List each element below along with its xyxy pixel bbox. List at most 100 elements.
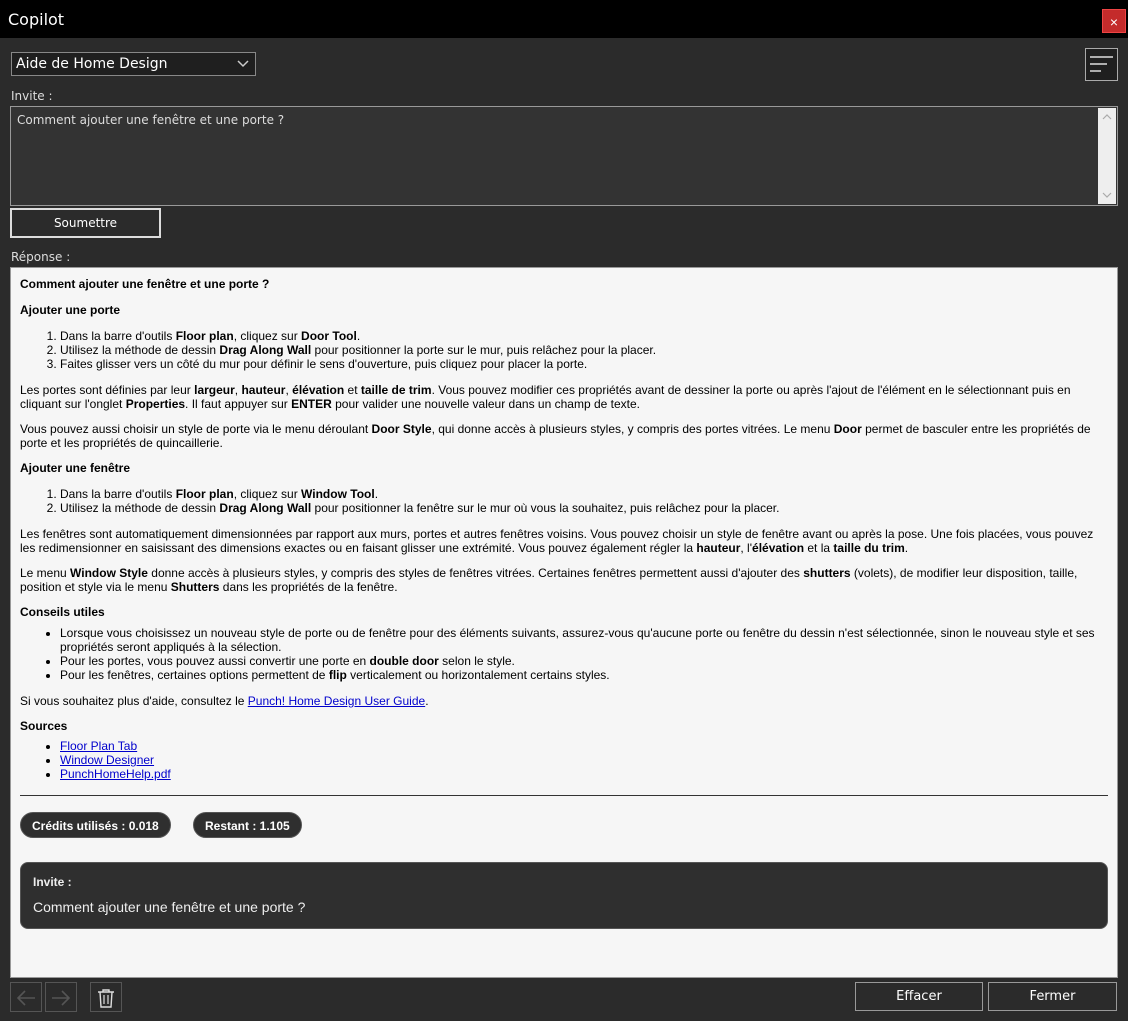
sources-list: Floor Plan Tab Window Designer PunchHome… (60, 739, 1108, 781)
window-paragraph-1: Les fenêtres sont automatiquement dimens… (20, 527, 1108, 555)
sources-heading: Sources (20, 719, 68, 733)
bold-term: Floor plan (175, 329, 234, 343)
source-item: Floor Plan Tab (60, 739, 1108, 753)
source-link-floor-plan-tab[interactable]: Floor Plan Tab (60, 739, 137, 753)
text-run: et (344, 383, 361, 397)
help-prefix: Si vous souhaitez plus d'aide, consultez… (20, 694, 248, 708)
prompt-input[interactable]: Comment ajouter une fenêtre et une porte… (10, 106, 1118, 206)
help-source-select[interactable]: Aide de Home Design (11, 52, 256, 76)
bold-term: largeur (194, 383, 235, 397)
bold-term: taille du trim (833, 541, 905, 555)
bold-term: Drag Along Wall (219, 343, 312, 357)
bold-term: Window Style (70, 566, 148, 580)
options-menu-button[interactable] (1085, 48, 1118, 81)
bold-term: Floor plan (175, 487, 234, 501)
bold-term: élévation (292, 383, 345, 397)
window-steps: Dans la barre d'outils Floor plan, cliqu… (60, 487, 1108, 515)
tips-heading: Conseils utiles (20, 605, 105, 619)
text-run: pour positionner la porte sur le mur, pu… (311, 343, 657, 357)
bold-term: hauteur (696, 541, 741, 555)
text-run: Pour les fenêtres, certaines options per… (60, 668, 329, 682)
door-paragraph-1: Les portes sont définies par leur largeu… (20, 383, 1108, 411)
help-line: Si vous souhaitez plus d'aide, consultez… (20, 694, 1108, 708)
prompt-text: Comment ajouter une fenêtre et une porte… (17, 113, 285, 127)
text-run: Les portes sont définies par leur (20, 383, 195, 397)
clear-button[interactable]: Effacer (855, 982, 983, 1011)
bold-term: Drag Along Wall (219, 501, 312, 515)
chevron-down-icon (237, 60, 249, 68)
source-link-help-pdf[interactable]: PunchHomeHelp.pdf (60, 767, 171, 781)
help-source-value: Aide de Home Design (16, 56, 168, 72)
bold-term: ENTER (291, 397, 332, 411)
text-run: Le menu (20, 566, 71, 580)
source-link-window-designer[interactable]: Window Designer (60, 753, 154, 767)
credits-remaining-badge: Restant : 1.105 (193, 812, 302, 838)
title-bar: Copilot × (0, 0, 1128, 38)
text-run: , cliquez sur (233, 487, 302, 501)
delete-button[interactable] (90, 982, 122, 1012)
tips-list: Lorsque vous choisissez un nouveau style… (60, 626, 1108, 682)
separator (20, 795, 1108, 796)
door-steps: Dans la barre d'outils Floor plan, cliqu… (60, 329, 1108, 371)
bold-term: élévation (752, 541, 805, 555)
list-item: Dans la barre d'outils Floor plan, cliqu… (60, 329, 1108, 343)
prompt-card-label: Invite : (33, 875, 72, 889)
bold-term: Shutters (170, 580, 220, 594)
text-run: Les fenêtres sont automatiquement dimens… (20, 527, 1094, 555)
bold-term: shutters (803, 566, 851, 580)
scroll-down-icon[interactable] (1102, 190, 1112, 200)
list-item: Dans la barre d'outils Floor plan, cliqu… (60, 487, 1108, 501)
scroll-up-icon[interactable] (1102, 112, 1112, 122)
back-button[interactable] (10, 982, 42, 1012)
window-title: Copilot (8, 10, 65, 29)
bold-term: double door (369, 654, 439, 668)
response-panel: Comment ajouter une fenêtre et une porte… (10, 267, 1118, 978)
text-run: , cliquez sur (233, 329, 302, 343)
text-run: Dans la barre d'outils (60, 329, 176, 343)
text-run: . Il faut appuyer sur (185, 397, 292, 411)
window-heading: Ajouter une fenêtre (20, 461, 131, 475)
trash-icon (98, 989, 114, 1008)
prompt-card-text: Comment ajouter une fenêtre et une porte… (33, 899, 306, 915)
close-button[interactable]: Fermer (988, 982, 1117, 1011)
text-run: dans les propriétés de la fenêtre. (219, 580, 398, 594)
source-item: PunchHomeHelp.pdf (60, 767, 1108, 781)
bold-term: Door (833, 422, 862, 436)
close-window-button[interactable]: × (1102, 9, 1126, 33)
source-item: Window Designer (60, 753, 1108, 767)
help-suffix: . (425, 694, 429, 708)
bold-term: Door Style (371, 422, 432, 436)
submit-button[interactable]: Soumettre (10, 208, 161, 238)
door-heading: Ajouter une porte (20, 303, 121, 317)
bold-term: taille de trim (360, 383, 432, 397)
forward-button[interactable] (45, 982, 77, 1012)
response-question: Comment ajouter une fenêtre et une porte… (20, 277, 270, 291)
list-item: Pour les portes, vous pouvez aussi conve… (60, 654, 1108, 668)
menu-lines-icon (1090, 56, 1113, 72)
text-run: pour valider une nouvelle valeur dans un… (331, 397, 640, 411)
text-run: , l' (740, 541, 753, 555)
text-run: . (374, 487, 379, 501)
bold-term: hauteur (241, 383, 286, 397)
list-item: Utilisez la méthode de dessin Drag Along… (60, 343, 1108, 357)
list-item: Faites glisser vers un côté du mur pour … (60, 357, 1108, 371)
user-guide-link[interactable]: Punch! Home Design User Guide (248, 694, 425, 708)
text-run: et la (804, 541, 834, 555)
text-run: donne accès à plusieurs styles, y compri… (147, 566, 804, 580)
text-run: Pour les portes, vous pouvez aussi conve… (60, 654, 370, 668)
arrow-left-icon (16, 990, 35, 1006)
text-run: Utilisez la méthode de dessin (60, 501, 220, 515)
prompt-scrollbar[interactable] (1098, 108, 1116, 204)
text-run: Dans la barre d'outils (60, 487, 176, 501)
bold-term: Properties (125, 397, 186, 411)
door-paragraph-2: Vous pouvez aussi choisir un style de po… (20, 422, 1108, 450)
credits-row: Crédits utilisés : 0.018 Restant : 1.105 (20, 812, 1108, 838)
credits-used-badge: Crédits utilisés : 0.018 (20, 812, 171, 838)
prompt-history-card: Invite : Comment ajouter une fenêtre et … (20, 862, 1108, 929)
prompt-label: Invite : (11, 89, 53, 103)
text-run: verticalement ou horizontalement certain… (346, 668, 610, 682)
text-run: pour positionner la fenêtre sur le mur o… (311, 501, 780, 515)
list-item: Lorsque vous choisissez un nouveau style… (60, 626, 1108, 654)
bold-term: flip (328, 668, 347, 682)
text-run: , qui donne accès à plusieurs styles, y … (431, 422, 834, 436)
